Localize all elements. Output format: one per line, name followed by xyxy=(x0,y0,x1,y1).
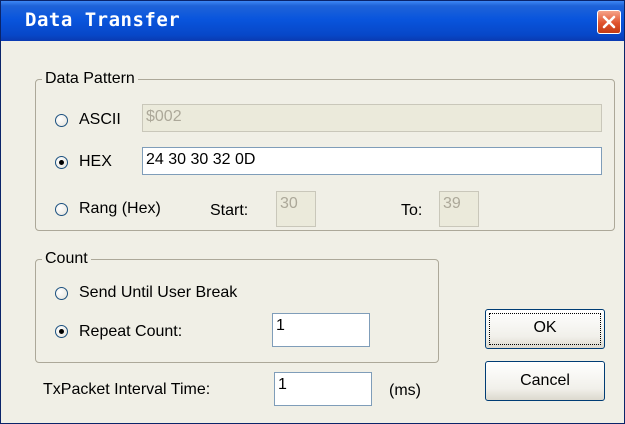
interval-label: TxPacket Interval Time: xyxy=(43,381,211,398)
repeat-count-input[interactable]: 1 xyxy=(272,313,370,347)
data-transfer-dialog: Data Transfer Data Pattern ASCII $002 HE… xyxy=(0,0,625,424)
range-start-input[interactable]: 30 xyxy=(276,191,316,227)
ascii-radio[interactable] xyxy=(55,114,68,127)
send-until-break-radio[interactable] xyxy=(55,287,68,300)
hex-input[interactable]: 24 30 30 32 0D xyxy=(142,147,602,175)
hex-radio[interactable] xyxy=(55,156,68,169)
interval-input[interactable]: 1 xyxy=(274,372,372,406)
repeat-count-radio[interactable] xyxy=(55,325,68,338)
ok-button[interactable]: OK xyxy=(485,309,605,349)
count-legend: Count xyxy=(45,250,88,267)
title-bar[interactable]: Data Transfer xyxy=(1,1,624,41)
count-group: Count xyxy=(35,251,439,363)
range-to-label: To: xyxy=(401,202,423,219)
close-icon xyxy=(602,15,616,29)
window-title: Data Transfer xyxy=(25,9,181,31)
ascii-input[interactable]: $002 xyxy=(142,104,602,132)
range-radio[interactable] xyxy=(55,203,68,216)
cancel-button[interactable]: Cancel xyxy=(485,361,605,401)
data-pattern-legend: Data Pattern xyxy=(45,70,135,87)
send-until-break-label: Send Until User Break xyxy=(79,284,238,301)
repeat-count-label: Repeat Count: xyxy=(79,323,183,340)
range-start-label: Start: xyxy=(210,202,249,219)
close-button[interactable] xyxy=(597,10,621,34)
range-label: Rang (Hex) xyxy=(79,200,161,217)
range-to-input[interactable]: 39 xyxy=(439,191,479,227)
ascii-label: ASCII xyxy=(79,111,121,128)
hex-label: HEX xyxy=(79,153,112,170)
interval-unit: (ms) xyxy=(389,382,421,399)
cancel-button-label: Cancel xyxy=(520,372,570,389)
